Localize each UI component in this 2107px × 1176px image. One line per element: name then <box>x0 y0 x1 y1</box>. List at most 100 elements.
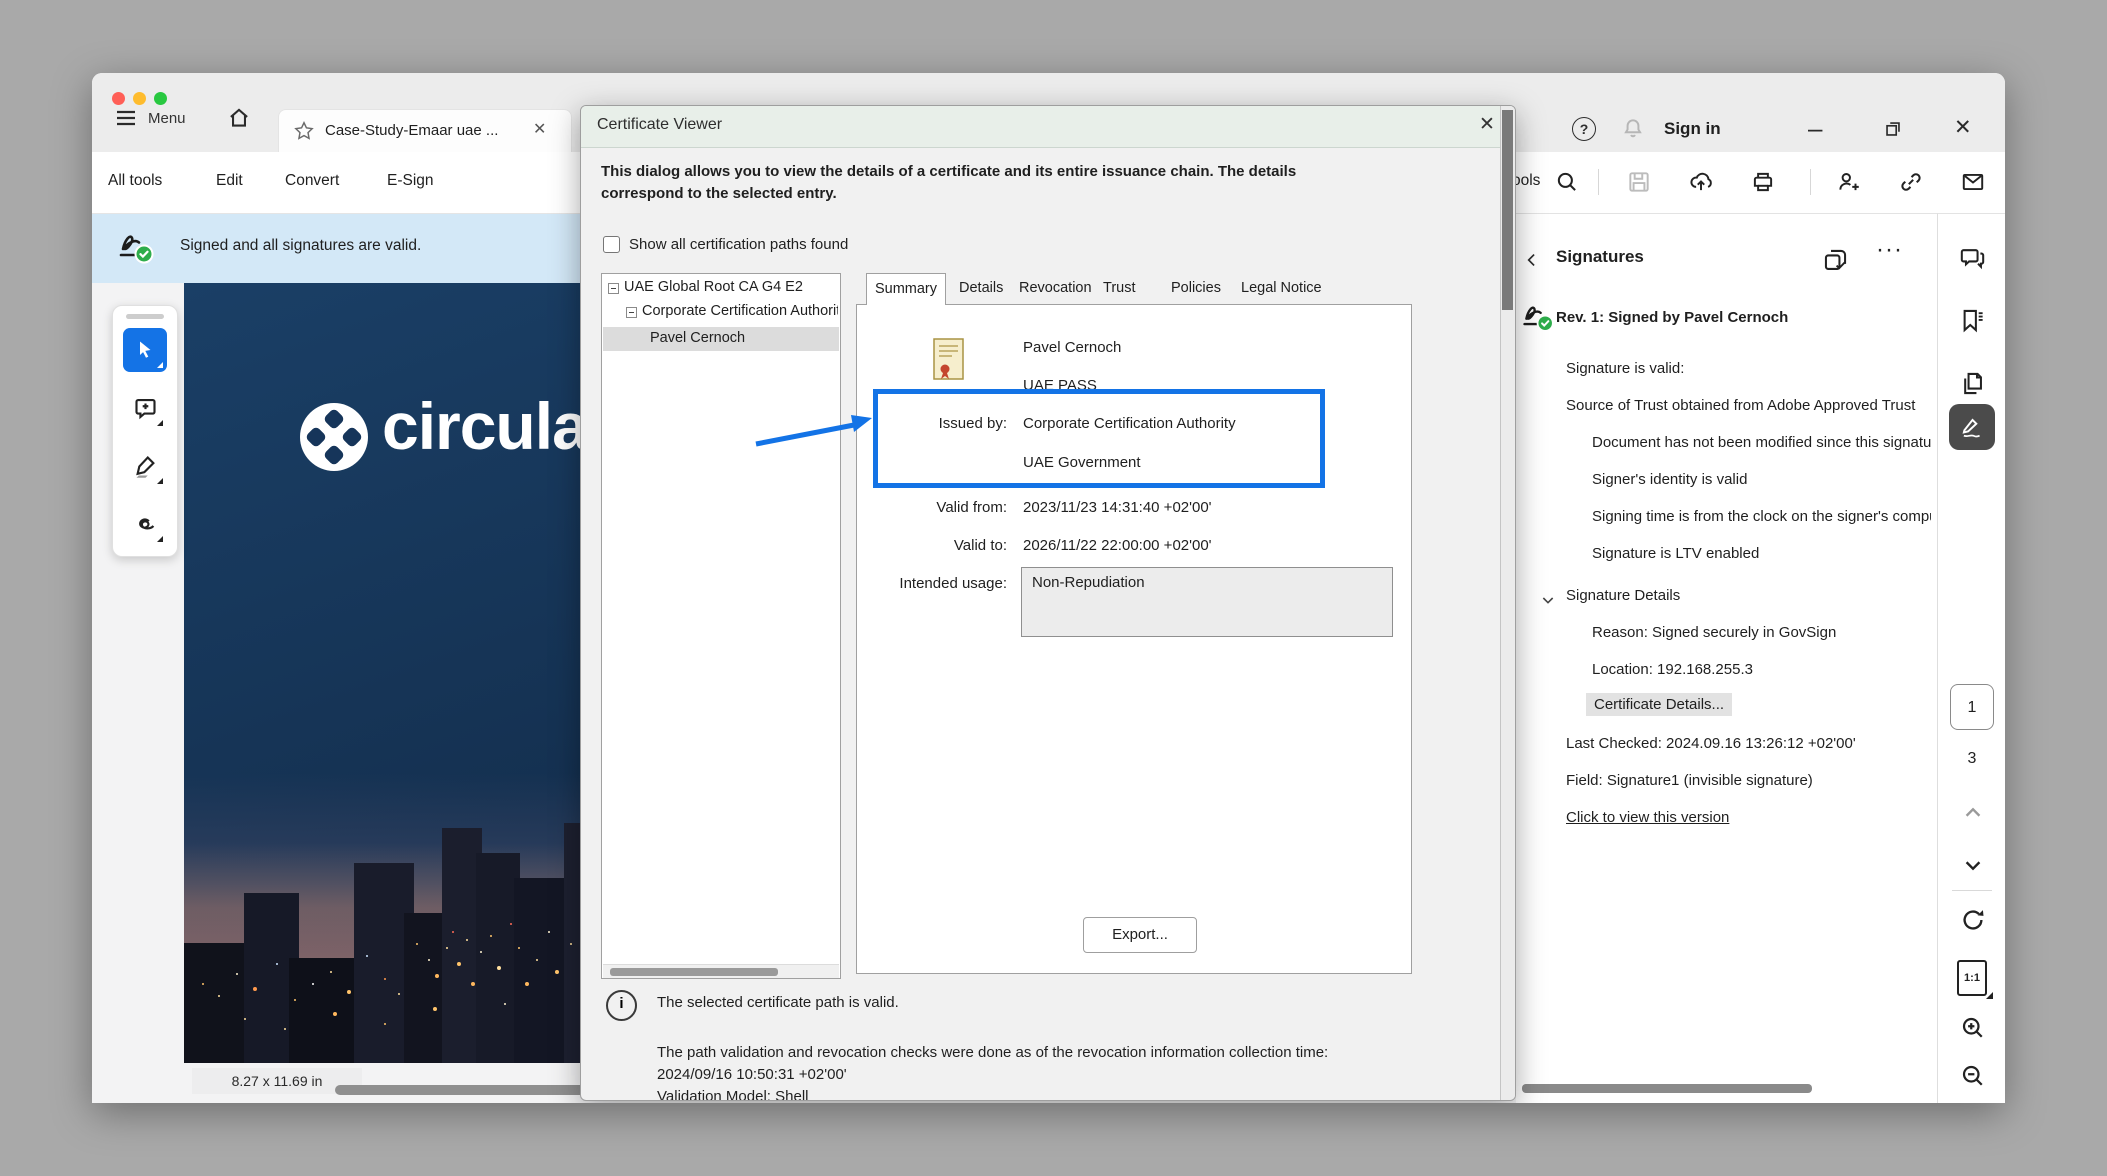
tree-item-root[interactable]: UAE Global Root CA G4 E2 <box>624 279 803 295</box>
save-icon <box>1626 169 1652 195</box>
desktop-background: Menu Case-Study-Emaar uae ... ✕ ? Sign i… <box>0 0 2107 1176</box>
logo-wordmark: circula <box>382 388 588 464</box>
valid-from-value: 2023/11/23 14:31:40 +02'00' <box>1023 499 1212 516</box>
certificate-details-button[interactable]: Certificate Details... <box>1586 693 1732 716</box>
dialog-description-line2: correspond to the selected entry. <box>601 185 837 202</box>
tab-title: Case-Study-Emaar uae ... <box>325 122 521 139</box>
traffic-zoom-icon[interactable] <box>154 92 167 105</box>
window-close-icon[interactable]: ✕ <box>1954 115 1972 140</box>
subject-name: Pavel Cernoch <box>1023 339 1121 356</box>
intended-usage-value: Non-Repudiation <box>1022 568 1392 597</box>
revocation-check-line1: The path validation and revocation check… <box>657 1044 1328 1061</box>
signatures-tab-active[interactable] <box>1949 404 1995 450</box>
previous-page-chevron-icon[interactable] <box>1962 802 1984 824</box>
tab-legal-notice[interactable]: Legal Notice <box>1241 280 1322 296</box>
status-line: Source of Trust obtained from Adobe Appr… <box>1566 397 1931 414</box>
toolbar-divider <box>1598 169 1599 195</box>
notifications-bell-icon[interactable] <box>1620 116 1646 142</box>
link-icon[interactable] <box>1898 169 1924 195</box>
document-tab[interactable]: Case-Study-Emaar uae ... ✕ <box>278 109 572 153</box>
window-minimize-icon[interactable]: – <box>1808 113 1822 144</box>
dialog-titlebar[interactable]: Certificate Viewer ✕ <box>581 106 1515 148</box>
sidebar-divider <box>1952 890 1992 891</box>
dialog-close-icon[interactable]: ✕ <box>1479 113 1495 136</box>
actual-size-icon[interactable]: 1:1 <box>1957 960 1987 996</box>
page-total-label: 3 <box>1938 750 2005 768</box>
page-thumbnails-icon[interactable] <box>1959 370 1986 397</box>
tree-item-leaf-selected[interactable]: Pavel Cernoch <box>650 330 745 346</box>
truncated-tools-text: ools <box>1512 172 1540 190</box>
circularo-logo-icon <box>300 403 368 471</box>
star-icon[interactable] <box>293 120 315 142</box>
window-restore-icon[interactable] <box>1882 118 1904 140</box>
search-icon[interactable] <box>1554 169 1580 195</box>
draw-tool-button[interactable] <box>123 502 167 546</box>
print-icon[interactable] <box>1750 169 1776 195</box>
tree-collapse-icon[interactable] <box>626 307 637 318</box>
next-page-chevron-icon[interactable] <box>1962 854 1984 876</box>
select-tool-button[interactable] <box>123 328 167 372</box>
tool-flyout-indicator <box>157 420 163 426</box>
panel-horizontal-scrollbar[interactable] <box>1522 1084 1812 1093</box>
drag-handle[interactable] <box>126 314 164 319</box>
page-number-input[interactable]: 1 <box>1950 684 1994 730</box>
signature-valid-icon <box>116 226 156 266</box>
status-line: Document has not been modified since thi… <box>1592 434 1931 451</box>
status-line: Signature is LTV enabled <box>1592 545 1931 562</box>
hamburger-menu-icon[interactable] <box>114 106 138 130</box>
add-user-icon[interactable] <box>1836 169 1862 195</box>
certificate-viewer-dialog: Certificate Viewer ✕ This dialog allows … <box>580 105 1516 1101</box>
tab-details[interactable]: Details <box>959 280 1003 296</box>
status-line: Signing time is from the clock on the si… <box>1592 508 1931 525</box>
traffic-minimize-icon[interactable] <box>133 92 146 105</box>
validate-all-icon[interactable] <box>1822 247 1849 274</box>
building-silhouette <box>289 958 364 1063</box>
building-silhouette <box>514 878 570 1063</box>
dialog-title: Certificate Viewer <box>597 116 722 134</box>
tree-collapse-icon[interactable] <box>608 283 619 294</box>
tab-policies[interactable]: Policies <box>1171 280 1221 296</box>
tab-convert[interactable]: Convert <box>285 172 339 190</box>
add-comment-tool-button[interactable] <box>123 386 167 430</box>
tab-trust[interactable]: Trust <box>1103 280 1136 296</box>
certificate-icon <box>931 337 967 383</box>
rev-title[interactable]: Rev. 1: Signed by Pavel Cernoch <box>1556 309 1788 326</box>
acrobat-window: Menu Case-Study-Emaar uae ... ✕ ? Sign i… <box>92 73 2005 1103</box>
tab-summary-active[interactable]: Summary <box>866 273 946 305</box>
panel-options-ellipsis-icon[interactable]: ··· <box>1876 236 1903 264</box>
bookmarks-icon[interactable] <box>1959 307 1986 334</box>
field-line: Field: Signature1 (invisible signature) <box>1566 772 1931 789</box>
rotate-refresh-icon[interactable] <box>1959 906 1987 934</box>
dialog-scrollbar-thumb[interactable] <box>1502 110 1513 310</box>
traffic-close-icon[interactable] <box>112 92 125 105</box>
tool-flyout-indicator <box>157 478 163 484</box>
view-version-link[interactable]: Click to view this version <box>1566 809 1729 826</box>
validation-model-line: Validation Model: Shell <box>657 1088 808 1101</box>
chevron-down-icon[interactable] <box>1540 592 1556 608</box>
collapse-panel-chevron-icon[interactable] <box>1522 250 1542 270</box>
tree-scrollbar-thumb[interactable] <box>610 968 778 976</box>
zoom-out-icon[interactable] <box>1959 1062 1987 1090</box>
tab-close-icon[interactable]: ✕ <box>533 119 546 139</box>
zoom-in-icon[interactable] <box>1959 1014 1987 1042</box>
export-button[interactable]: Export... <box>1083 917 1197 953</box>
comments-icon[interactable] <box>1959 244 1986 271</box>
tab-esign[interactable]: E-Sign <box>387 172 434 190</box>
tab-all-tools[interactable]: All tools <box>108 172 162 190</box>
detail-line-reason: Reason: Signed securely in GovSign <box>1592 624 1931 641</box>
highlight-tool-button[interactable] <box>123 444 167 488</box>
home-icon[interactable] <box>226 105 252 131</box>
certificate-tree[interactable]: UAE Global Root CA G4 E2 Corporate Certi… <box>601 273 841 979</box>
sign-in-button[interactable]: Sign in <box>1664 119 1721 139</box>
show-all-paths-checkbox[interactable] <box>603 236 620 253</box>
tab-revocation[interactable]: Revocation <box>1019 280 1092 296</box>
cloud-upload-icon[interactable] <box>1688 169 1714 195</box>
email-icon[interactable] <box>1960 169 1986 195</box>
tab-edit[interactable]: Edit <box>216 172 243 190</box>
show-all-paths-label[interactable]: Show all certification paths found <box>629 236 848 253</box>
tool-flyout-indicator <box>157 536 163 542</box>
menu-button[interactable]: Menu <box>148 110 186 127</box>
help-icon[interactable]: ? <box>1572 117 1596 141</box>
signature-details-header[interactable]: Signature Details <box>1566 587 1680 604</box>
tree-item-intermediate[interactable]: Corporate Certification Authority <box>642 303 838 319</box>
